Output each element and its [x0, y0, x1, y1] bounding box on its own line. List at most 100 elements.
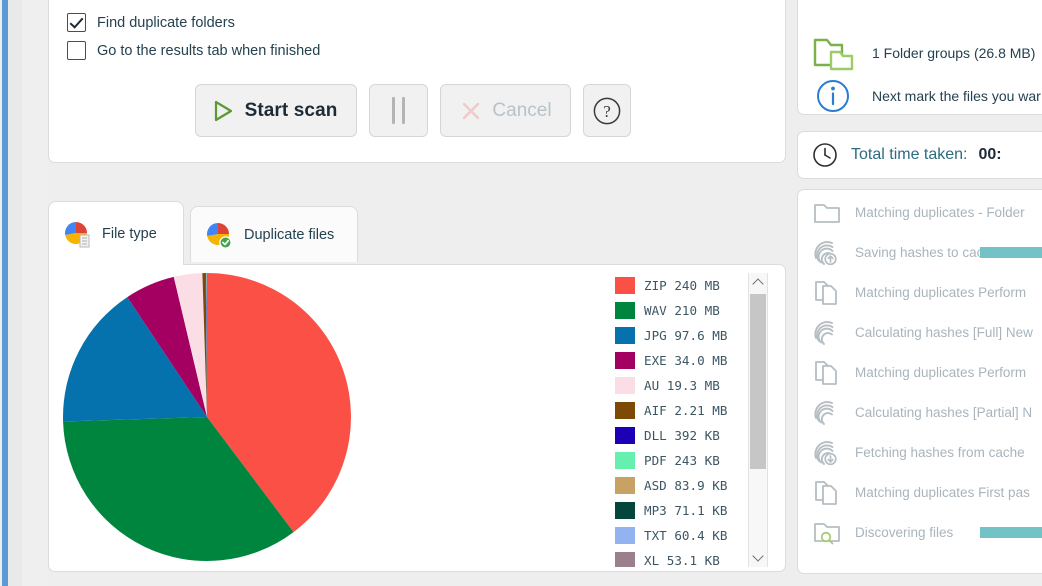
legend-color-swatch: [615, 527, 635, 544]
checkbox-row-go-to-results-tab[interactable]: Go to the results tab when finished: [67, 41, 320, 60]
task-row: Matching duplicates First pas: [812, 478, 1030, 506]
task-label: Matching duplicates Perform: [855, 364, 1027, 380]
legend-item-label: MP3 71.1 KB: [644, 503, 728, 518]
go-to-results-tab-label: Go to the results tab when finished: [97, 42, 321, 59]
legend-scrollbar[interactable]: [748, 273, 768, 567]
legend-color-swatch: [615, 302, 635, 319]
legend-color-swatch: [615, 427, 635, 444]
legend-item-label: ZIP 240 MB: [644, 278, 720, 293]
legend-item-label: XL 53.1 KB: [644, 553, 720, 567]
task-row: Calculating hashes [Partial] N: [812, 398, 1032, 426]
start-scan-button[interactable]: Start scan: [195, 84, 357, 137]
chevron-up-icon: [752, 278, 764, 290]
legend-item-label: WAV 210 MB: [644, 303, 720, 318]
scan-button-row: Start scan Cancel ?: [195, 84, 631, 137]
task-label: Matching duplicates - Folder: [855, 204, 1025, 220]
results-summary-panel: 1 Folder groups (26.8 MB) Next mark the …: [797, 0, 1042, 115]
task-row: Matching duplicates Perform: [812, 278, 1026, 306]
legend-item-label: ASD 83.9 KB: [644, 478, 728, 493]
legend-item[interactable]: ZIP 240 MB: [615, 273, 750, 298]
folder-groups-icon: [813, 38, 854, 71]
play-icon: [214, 100, 232, 121]
legend-item[interactable]: JPG 97.6 MB: [615, 323, 750, 348]
task-row: Matching duplicates Perform: [812, 358, 1026, 386]
task-label: Saving hashes to cache: [855, 244, 999, 260]
fingerprint-download-icon: [814, 441, 837, 466]
legend-color-swatch: [615, 377, 635, 394]
fingerprint-upload-icon: [814, 241, 837, 266]
legend-item-label: TXT 60.4 KB: [644, 528, 728, 543]
checkbox-row-find-duplicate-folders[interactable]: Find duplicate folders: [67, 13, 235, 32]
close-icon: [463, 102, 480, 119]
legend-item-label: DLL 392 KB: [644, 428, 720, 443]
cancel-button[interactable]: Cancel: [440, 84, 571, 137]
folder-search-icon: [814, 523, 840, 545]
scroll-up-arrow[interactable]: [749, 273, 767, 292]
legend-item[interactable]: TXT 60.4 KB: [615, 523, 750, 548]
legend-item[interactable]: XL 53.1 KB: [615, 548, 750, 567]
start-scan-label: Start scan: [244, 99, 338, 121]
legend-item[interactable]: AU 19.3 MB: [615, 373, 750, 398]
legend-item-label: EXE 34.0 MB: [644, 353, 728, 368]
task-label: Calculating hashes [Full] New: [855, 324, 1033, 340]
legend-item[interactable]: MP3 71.1 KB: [615, 498, 750, 523]
legend-item[interactable]: ASD 83.9 KB: [615, 473, 750, 498]
result-row-next-step: Next mark the files you war: [812, 76, 1041, 116]
scrollbar-thumb[interactable]: [750, 294, 766, 469]
total-time-panel: Total time taken: 00:: [797, 131, 1042, 179]
cancel-label: Cancel: [492, 99, 552, 121]
help-button[interactable]: ?: [583, 84, 631, 137]
find-duplicate-folders-label: Find duplicate folders: [97, 14, 235, 31]
legend-item[interactable]: DLL 392 KB: [615, 423, 750, 448]
tab-duplicate-files[interactable]: Duplicate files: [190, 206, 358, 262]
task-progress-bar: [980, 247, 1042, 258]
legend-item[interactable]: WAV 210 MB: [615, 298, 750, 323]
legend-item[interactable]: EXE 34.0 MB: [615, 348, 750, 373]
chevron-down-icon: [752, 550, 764, 562]
legend-item-label: JPG 97.6 MB: [644, 328, 728, 343]
task-progress-panel: Matching duplicates - Folder Saving hash…: [797, 189, 1042, 574]
legend-color-swatch: [615, 552, 635, 567]
tab-duplicate-files-label: Duplicate files: [244, 226, 335, 243]
pie-chart-svg: [63, 273, 351, 561]
pie-chart-check-icon: [207, 222, 232, 249]
fingerprint-icon: [814, 321, 834, 345]
help-circle-icon: ?: [593, 97, 621, 124]
task-row: Saving hashes to cache: [812, 238, 998, 266]
file-type-chart-panel: ZIP 240 MB WAV 210 MB JPG 97.6 MB EXE 34.0 …: [48, 264, 786, 572]
pause-icon: [392, 97, 395, 124]
go-to-results-tab-checkbox[interactable]: [67, 41, 86, 60]
task-label: Matching duplicates First pas: [855, 484, 1030, 500]
info-icon: [817, 80, 849, 112]
fingerprint-icon: [814, 401, 834, 425]
tab-file-type[interactable]: File type: [48, 201, 184, 265]
legend-color-swatch: [615, 352, 635, 369]
app-root: Find duplicate folders Go to the results…: [0, 0, 1042, 586]
copy-icon: [815, 281, 837, 305]
task-row: Calculating hashes [Full] New: [812, 318, 1033, 346]
legend-item[interactable]: PDF 243 KB: [615, 448, 750, 473]
tab-file-type-label: File type: [102, 225, 157, 242]
legend-color-swatch: [615, 327, 635, 344]
next-step-label: Next mark the files you war: [872, 88, 1041, 104]
task-label: Discovering files: [855, 524, 954, 540]
result-row-folder-groups: 1 Folder groups (26.8 MB): [812, 33, 1035, 73]
task-row: Fetching hashes from cache: [812, 438, 1025, 466]
task-row: Matching duplicates - Folder: [812, 198, 1025, 226]
legend-item-label: AU 19.3 MB: [644, 378, 720, 393]
legend-color-swatch: [615, 452, 635, 469]
legend-color-swatch: [615, 402, 635, 419]
pie-chart: [61, 271, 353, 563]
find-duplicate-folders-checkbox[interactable]: [67, 13, 86, 32]
pause-button[interactable]: [369, 84, 428, 137]
left-gutter: [8, 0, 22, 586]
copy-icon: [815, 481, 837, 505]
left-gutter-inner: [22, 0, 48, 586]
task-label: Calculating hashes [Partial] N: [855, 404, 1033, 420]
legend-item[interactable]: AIF 2.21 MB: [615, 398, 750, 423]
total-time-label: Total time taken:: [851, 146, 968, 163]
folder-icon: [814, 204, 840, 223]
scroll-down-arrow[interactable]: [749, 548, 767, 567]
task-label: Matching duplicates Perform: [855, 284, 1027, 300]
copy-icon: [815, 361, 837, 385]
